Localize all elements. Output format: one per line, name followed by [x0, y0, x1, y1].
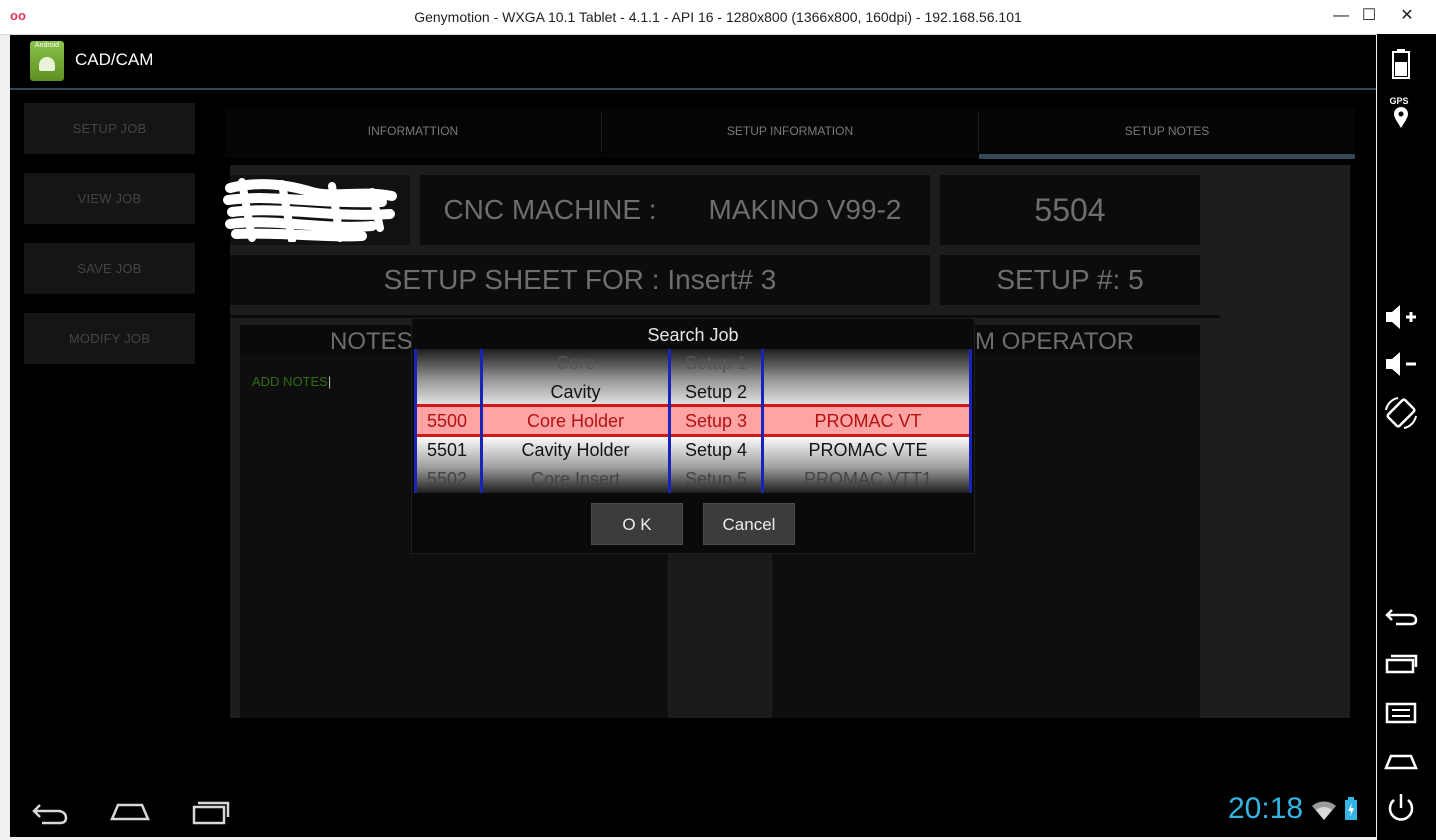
notes-placeholder: ADD NOTES: [252, 374, 328, 389]
gps-icon[interactable]: [1382, 104, 1420, 142]
maximize-button[interactable]: ☐: [1352, 4, 1386, 30]
view-job-button[interactable]: VIEW JOB: [24, 173, 195, 224]
picker-divider: [969, 349, 972, 493]
home-icon[interactable]: [108, 795, 152, 827]
window-title: Genymotion - WXGA 10.1 Tablet - 4.1.1 - …: [414, 9, 1022, 25]
modify-job-button[interactable]: MODIFY JOB: [24, 313, 195, 364]
home-button-icon[interactable]: [1382, 742, 1420, 780]
picker-cell: [764, 349, 972, 378]
picker-cell: PROMAC VTT1: [803, 469, 932, 489]
picker-column-machine[interactable]: PROMAC VT PROMAC VTE PROMAC VTT1: [764, 349, 972, 494]
picker-cell-selected: Core Holder: [526, 411, 625, 431]
picker-divider: [414, 349, 417, 493]
battery-icon[interactable]: [1382, 46, 1420, 84]
tab-setup-information[interactable]: SETUP INFORMATION: [602, 108, 978, 158]
picker-cell-selected: Setup 3: [684, 411, 748, 431]
picker-cell: Cavity Holder: [521, 440, 630, 460]
cancel-button[interactable]: Cancel: [703, 503, 795, 545]
cnc-machine-value: MAKINO V99-2: [680, 175, 930, 245]
notes-label: NOTES: [330, 328, 413, 355]
volume-down-icon[interactable]: [1382, 345, 1420, 383]
recent-apps-icon[interactable]: [188, 795, 232, 827]
picker-cell: [414, 378, 480, 407]
app-icon-label: Android: [34, 42, 60, 49]
setup-job-button[interactable]: SETUP JOB: [24, 103, 195, 154]
picker-cell: [414, 349, 480, 378]
back-button-icon[interactable]: [1382, 598, 1420, 636]
job-number: 5504: [940, 175, 1200, 245]
close-button[interactable]: ✕: [1390, 4, 1424, 30]
setup-number: SETUP #: 5: [940, 255, 1200, 305]
tab-selected-indicator: [979, 154, 1355, 159]
tab-setup-notes[interactable]: SETUP NOTES: [979, 108, 1355, 158]
picker-cell-selected: 5500: [426, 411, 468, 431]
picker-cell: Core: [555, 353, 595, 373]
picker-cell: Setup 5: [684, 469, 748, 489]
menu-button-icon[interactable]: [1382, 694, 1420, 732]
picker-column-job[interactable]: 5500 5501 5502: [414, 349, 480, 494]
notes-input[interactable]: ADD NOTES|: [252, 374, 331, 389]
picker-column-setup[interactable]: Setup 1 Setup 2 Setup 3 Setup 4 Setup 5: [671, 349, 761, 494]
dialog-title: Search Job: [647, 325, 739, 345]
picker-divider: [480, 349, 483, 493]
app-title: CAD/CAM: [75, 50, 154, 69]
back-icon[interactable]: [28, 795, 72, 827]
picker-column-part[interactable]: Core Cavity Core Holder Cavity Holder Co…: [483, 349, 668, 494]
picker-cell: [764, 378, 972, 407]
ok-button[interactable]: O K: [591, 503, 683, 545]
picker-cell: PROMAC VTE: [808, 440, 928, 460]
setup-sheet-title: SETUP SHEET FOR : Insert# 3: [230, 255, 930, 305]
save-job-button[interactable]: SAVE JOB: [24, 243, 195, 294]
cnc-machine-label: CNC MACHINE :: [420, 175, 680, 245]
tab-information[interactable]: INFORMATTION: [225, 108, 601, 158]
redacted-logo-scribble: [223, 178, 397, 242]
picker-cell: 5501: [426, 440, 468, 460]
recent-apps-button-icon[interactable]: [1382, 646, 1420, 684]
clock: 20:18: [1228, 792, 1304, 825]
picker-cell: Cavity: [550, 382, 601, 402]
volume-up-icon[interactable]: [1382, 298, 1420, 336]
picker-cell: 5502: [426, 469, 468, 489]
wifi-icon: [1312, 801, 1336, 820]
picker-cell: Setup 2: [684, 382, 748, 402]
picker-divider: [668, 349, 671, 493]
operator-label: M OPERATOR: [975, 328, 1135, 355]
action-bar: [10, 35, 1376, 90]
battery-charging-icon: [1345, 797, 1357, 820]
rotate-icon[interactable]: [1382, 394, 1420, 432]
picker-cell: Setup 4: [684, 440, 748, 460]
power-icon[interactable]: [1382, 790, 1420, 828]
picker-cell-selected: PROMAC VT: [814, 411, 922, 431]
picker-cell: Core Insert: [530, 469, 621, 489]
picker-cell: Setup 1: [684, 353, 748, 373]
picker-divider: [761, 349, 764, 493]
